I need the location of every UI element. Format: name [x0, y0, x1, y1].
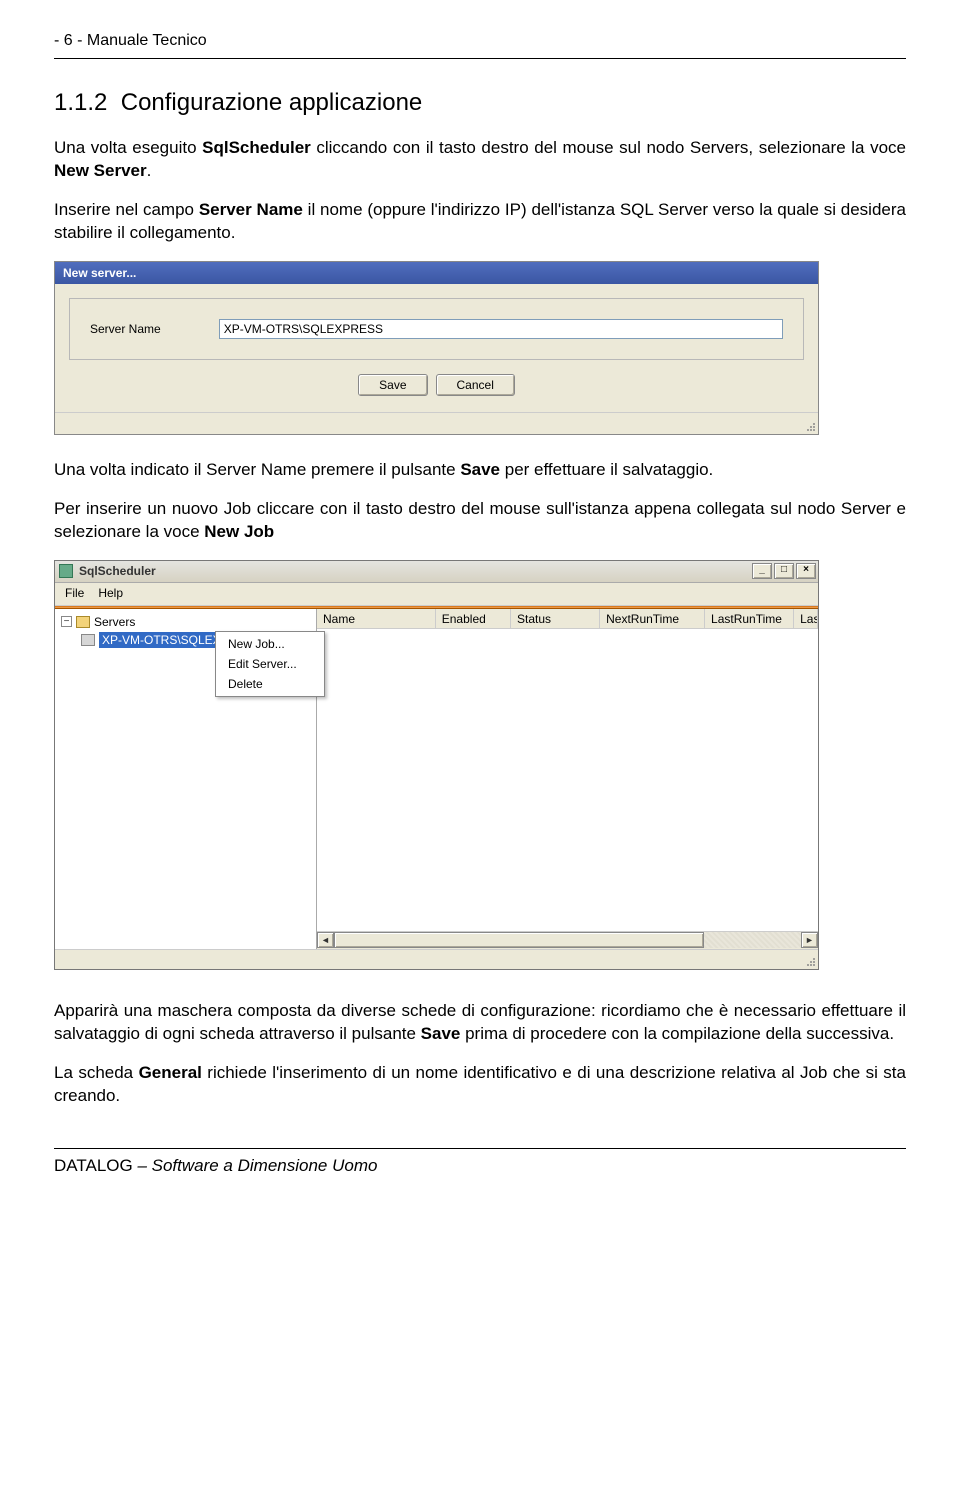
column-header[interactable]: NextRunTime	[600, 609, 705, 628]
ctx-new-job[interactable]: New Job...	[216, 634, 324, 654]
window-titlebar: SqlScheduler _ □ ×	[55, 561, 818, 583]
scroll-thumb[interactable]	[334, 932, 704, 948]
paragraph-5: Apparirà una maschera composta da divers…	[54, 1000, 906, 1046]
scroll-right-button[interactable]: ►	[801, 932, 818, 948]
page-footer: DATALOG – Software a Dimensione Uomo	[54, 1155, 906, 1178]
menu-file[interactable]: File	[65, 585, 84, 601]
list-body	[317, 629, 818, 931]
context-menu: New Job... Edit Server... Delete	[215, 631, 325, 698]
tree-root[interactable]: − Servers	[57, 613, 314, 631]
section-title-text: Configurazione applicazione	[121, 89, 423, 116]
server-icon	[81, 634, 95, 646]
minimize-button[interactable]: _	[752, 563, 772, 579]
scroll-left-button[interactable]: ◄	[317, 932, 334, 948]
paragraph-4: Per inserire un nuovo Job cliccare con i…	[54, 498, 906, 544]
header-rule	[54, 58, 906, 59]
field-group: Server Name	[69, 298, 804, 360]
column-header[interactable]: Name	[317, 609, 436, 628]
column-header[interactable]: Enabled	[436, 609, 511, 628]
ctx-delete[interactable]: Delete	[216, 674, 324, 694]
column-header[interactable]: Las	[794, 609, 818, 628]
paragraph-6: La scheda General richiede l'inserimento…	[54, 1062, 906, 1108]
window-title: SqlScheduler	[79, 563, 752, 579]
menu-help[interactable]: Help	[98, 585, 123, 601]
paragraph-1: Una volta eseguito SqlScheduler cliccand…	[54, 137, 906, 183]
page-header: - 6 - Manuale Tecnico	[54, 30, 906, 52]
new-server-dialog: New server... Server Name Save Cancel	[54, 261, 819, 435]
tree-pane: − Servers XP-VM-OTRS\SQLEXPRESS New Job.…	[55, 609, 317, 949]
list-header: NameEnabledStatusNextRunTimeLastRunTimeL…	[317, 609, 818, 629]
servers-folder-icon	[76, 616, 90, 628]
ctx-edit-server[interactable]: Edit Server...	[216, 654, 324, 674]
column-header[interactable]: LastRunTime	[705, 609, 794, 628]
menu-bar: File Help	[55, 583, 818, 606]
paragraph-3: Una volta indicato il Server Name premer…	[54, 459, 906, 482]
scroll-track[interactable]	[334, 932, 801, 948]
cancel-button[interactable]: Cancel	[436, 374, 515, 396]
resize-grip-icon[interactable]	[802, 418, 816, 432]
save-button[interactable]: Save	[358, 374, 427, 396]
section-number: 1.1.2	[54, 89, 107, 116]
column-header[interactable]: Status	[511, 609, 600, 628]
section-heading: 1.1.2 Configurazione applicazione	[54, 87, 906, 119]
sqlscheduler-window: SqlScheduler _ □ × File Help − Servers	[54, 560, 819, 970]
maximize-button[interactable]: □	[774, 563, 794, 579]
close-button[interactable]: ×	[796, 563, 816, 579]
tree-root-label: Servers	[94, 614, 135, 630]
app-icon	[59, 564, 73, 578]
paragraph-2: Inserire nel campo Server Name il nome (…	[54, 199, 906, 245]
server-name-input[interactable]	[219, 319, 783, 339]
list-pane: NameEnabledStatusNextRunTimeLastRunTimeL…	[317, 609, 818, 949]
dialog-statusbar	[55, 412, 818, 434]
window-statusbar	[55, 949, 818, 969]
footer-rule	[54, 1148, 906, 1149]
resize-grip-icon[interactable]	[802, 953, 816, 967]
dialog-title: New server...	[55, 262, 818, 284]
server-name-label: Server Name	[90, 321, 161, 337]
horizontal-scrollbar: ◄ ►	[317, 931, 818, 949]
tree-collapse-icon[interactable]: −	[61, 616, 72, 627]
